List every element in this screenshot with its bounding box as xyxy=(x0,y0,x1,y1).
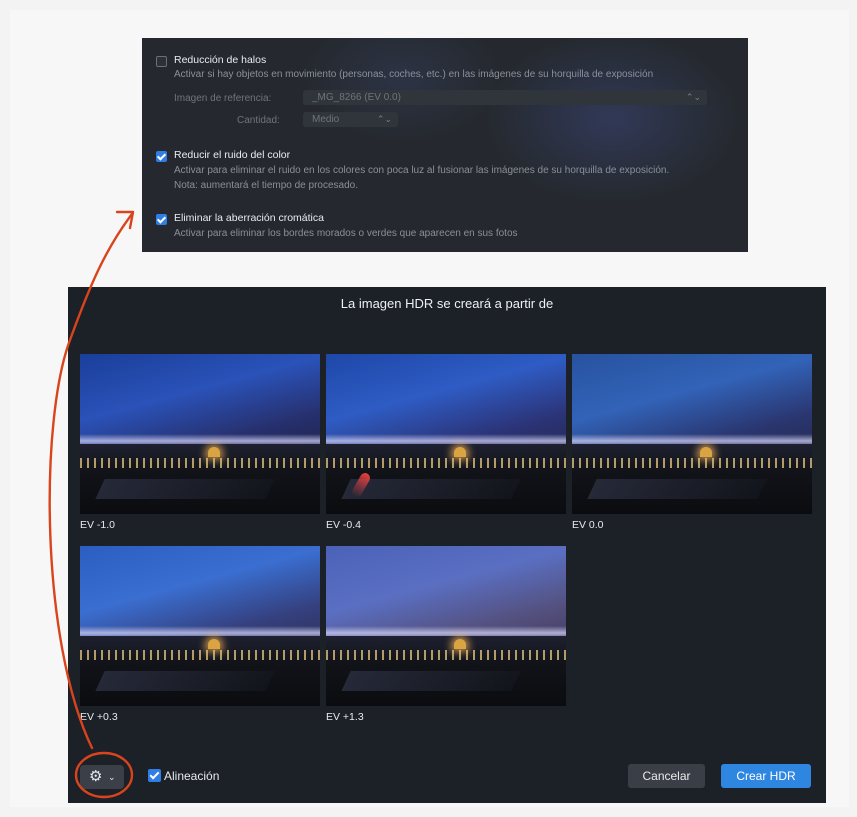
annotation-overlay xyxy=(48,210,135,799)
annotation-arrow-line xyxy=(48,212,134,750)
annotation-circle xyxy=(74,751,134,799)
